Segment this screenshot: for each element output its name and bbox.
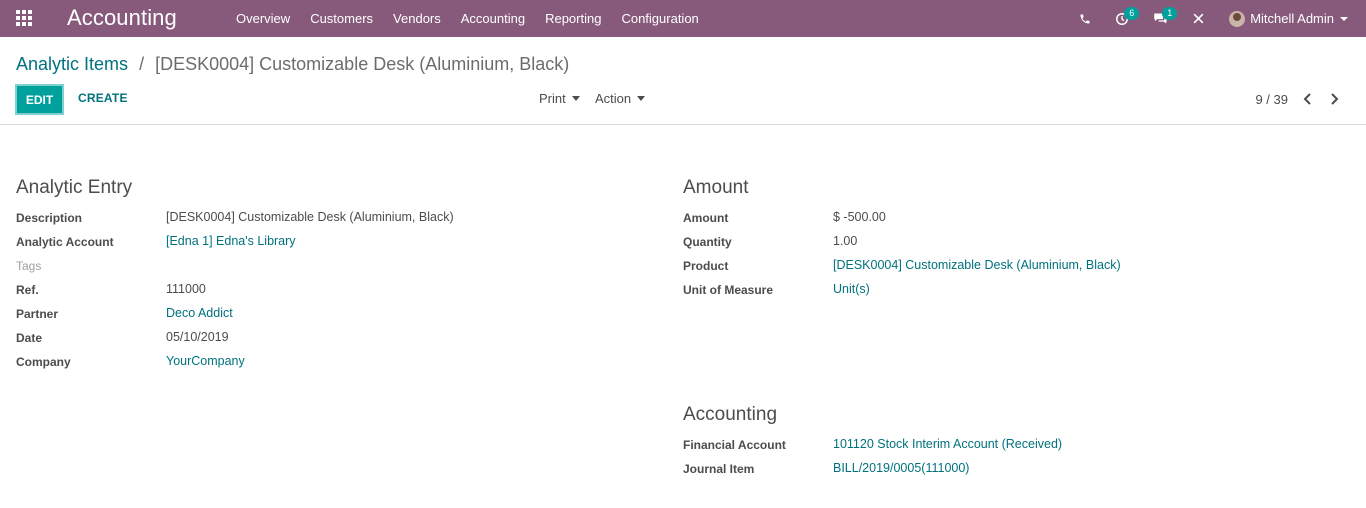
debug-tools-icon[interactable]: [1192, 0, 1205, 37]
user-name: Mitchell Admin: [1250, 11, 1334, 26]
accounting-title: Accounting: [683, 404, 778, 425]
print-label: Print: [539, 91, 566, 106]
caret-down-icon: [637, 96, 646, 101]
systray: 6 1 Mitchell Admin: [1079, 0, 1366, 37]
description-label: Description: [16, 211, 83, 225]
financial-account-link[interactable]: 101120 Stock Interim Account (Received): [833, 437, 1062, 451]
ref-label: Ref.: [16, 283, 39, 297]
amount-label: Amount: [683, 211, 729, 225]
user-menu[interactable]: Mitchell Admin: [1229, 10, 1348, 27]
breadcrumb: Analytic Items / [DESK0004] Customizable…: [16, 54, 569, 75]
main-menu: Overview Customers Vendors Accounting Re…: [236, 0, 719, 37]
pager-value[interactable]: 9 / 39: [1255, 92, 1288, 107]
print-dropdown[interactable]: Print: [539, 91, 580, 106]
caret-down-icon: [571, 96, 580, 101]
journal-item-link[interactable]: BILL/2019/0005(111000): [833, 461, 969, 475]
avatar: [1229, 10, 1246, 27]
top-navbar: Accounting Overview Customers Vendors Ac…: [0, 0, 1366, 37]
analytic-account-link[interactable]: [Edna 1] Edna's Library: [166, 234, 296, 248]
quantity-label: Quantity: [683, 235, 732, 249]
menu-reporting[interactable]: Reporting: [545, 0, 601, 37]
analytic-account-label: Analytic Account: [16, 235, 114, 249]
date-label: Date: [16, 331, 43, 345]
activity-badge: 6: [1124, 7, 1140, 20]
product-label: Product: [683, 259, 729, 273]
pager-next-icon[interactable]: [1328, 91, 1342, 107]
app-title[interactable]: Accounting: [67, 5, 177, 31]
amount-value: $ -500.00: [833, 210, 886, 224]
description-value: [DESK0004] Customizable Desk (Aluminium,…: [166, 210, 454, 224]
messages-icon[interactable]: 1: [1153, 0, 1178, 37]
partner-label: Partner: [16, 307, 59, 321]
breadcrumb-separator: /: [139, 54, 145, 74]
activity-clock-icon[interactable]: 6: [1115, 0, 1140, 37]
journal-item-label: Journal Item: [683, 462, 755, 476]
quantity-value: 1.00: [833, 234, 858, 248]
unit-of-measure-link[interactable]: Unit(s): [833, 282, 870, 296]
control-panel-divider: [0, 124, 1366, 125]
breadcrumb-parent[interactable]: Analytic Items: [16, 54, 128, 74]
menu-overview[interactable]: Overview: [236, 0, 290, 37]
amount-title: Amount: [683, 177, 749, 198]
breadcrumb-current: [DESK0004] Customizable Desk (Aluminium,…: [155, 54, 570, 74]
menu-vendors[interactable]: Vendors: [393, 0, 441, 37]
messages-badge: 1: [1162, 7, 1178, 20]
unit-of-measure-label: Unit of Measure: [683, 283, 774, 297]
date-value: 05/10/2019: [166, 330, 229, 344]
action-dropdown[interactable]: Action: [595, 91, 646, 106]
phone-icon[interactable]: [1079, 0, 1091, 37]
apps-menu-icon[interactable]: [16, 10, 34, 26]
product-link[interactable]: [DESK0004] Customizable Desk (Aluminium,…: [833, 258, 1121, 272]
menu-accounting[interactable]: Accounting: [461, 0, 525, 37]
pager-previous-icon[interactable]: [1300, 91, 1314, 107]
partner-link[interactable]: Deco Addict: [166, 306, 233, 320]
company-link[interactable]: YourCompany: [166, 354, 245, 368]
action-label: Action: [595, 91, 632, 106]
chevron-down-icon: [1340, 16, 1348, 21]
ref-value: 111000: [166, 282, 206, 296]
create-button[interactable]: CREATE: [78, 91, 128, 105]
menu-customers[interactable]: Customers: [310, 0, 373, 37]
financial-account-label: Financial Account: [683, 438, 786, 452]
analytic-entry-title: Analytic Entry: [16, 177, 133, 198]
company-label: Company: [16, 355, 71, 369]
menu-configuration[interactable]: Configuration: [621, 0, 698, 37]
edit-button[interactable]: EDIT: [15, 84, 64, 115]
tags-label: Tags: [16, 259, 42, 273]
